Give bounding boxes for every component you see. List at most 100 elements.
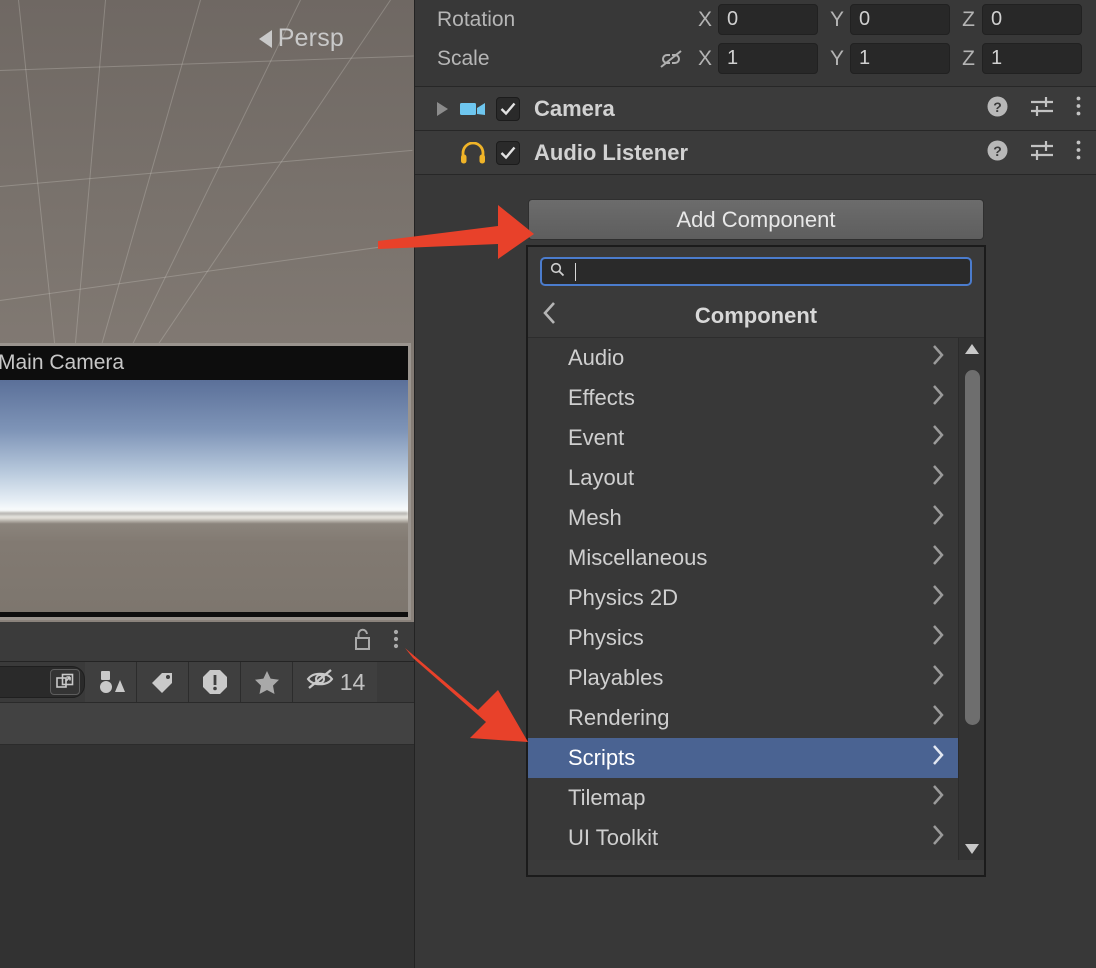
foldout-arrow-icon[interactable] bbox=[437, 102, 448, 116]
axis-x: X 1 bbox=[698, 43, 818, 74]
row-label: Rotation bbox=[415, 8, 575, 32]
component-category-effects[interactable]: Effects bbox=[528, 378, 984, 418]
dropdown-scrollbar[interactable] bbox=[958, 338, 984, 860]
scrollbar-thumb[interactable] bbox=[965, 370, 980, 725]
axis-x: X 0 bbox=[698, 4, 818, 35]
component-category-playables[interactable]: Playables bbox=[528, 658, 984, 698]
eye-off-icon bbox=[305, 667, 337, 697]
preset-settings-icon[interactable] bbox=[1029, 139, 1055, 166]
scene-toolbar: 14 bbox=[0, 662, 414, 703]
kebab-menu-icon[interactable] bbox=[1075, 95, 1082, 122]
open-external-icon[interactable] bbox=[50, 669, 80, 695]
component-category-rendering[interactable]: Rendering bbox=[528, 698, 984, 738]
component-category-physics[interactable]: Physics bbox=[528, 618, 984, 658]
component-category-miscellaneous[interactable]: Miscellaneous bbox=[528, 538, 984, 578]
svg-text:?: ? bbox=[993, 99, 1002, 115]
axis-z: Z 1 bbox=[962, 43, 1082, 74]
scrollbar-track[interactable] bbox=[959, 360, 984, 838]
component-category-ui-toolkit[interactable]: UI Toolkit bbox=[528, 818, 984, 858]
component-name: Camera bbox=[534, 96, 986, 122]
lock-open-icon[interactable] bbox=[352, 627, 374, 656]
perspective-label[interactable]: Persp bbox=[259, 24, 344, 53]
hidden-objects-count: 14 bbox=[340, 669, 366, 696]
warning-icon[interactable] bbox=[189, 662, 241, 702]
component-category-tilemap[interactable]: Tilemap bbox=[528, 778, 984, 818]
chevron-right-icon bbox=[930, 783, 946, 813]
component-category-audio[interactable]: Audio bbox=[528, 338, 984, 378]
help-icon[interactable]: ? bbox=[986, 95, 1009, 123]
component-row-audio-listener[interactable]: Audio Listener ? bbox=[415, 131, 1096, 175]
chevron-right-icon bbox=[930, 423, 946, 453]
category-label: Playables bbox=[568, 665, 663, 691]
chevron-right-icon bbox=[930, 343, 946, 373]
component-category-layout[interactable]: Layout bbox=[528, 458, 984, 498]
axis-letter: Z bbox=[962, 47, 975, 71]
rotation-x-field[interactable]: 0 bbox=[718, 4, 818, 35]
axis-y: Y 1 bbox=[830, 43, 950, 74]
kebab-menu-icon[interactable] bbox=[392, 627, 400, 656]
component-dropdown: Component Audio Effects Event Layout MeshMis… bbox=[526, 245, 986, 877]
scene-view[interactable]: Persp Main Camera bbox=[0, 0, 414, 622]
component-category-physics-2d[interactable]: Physics 2D bbox=[528, 578, 984, 618]
category-label: Layout bbox=[568, 465, 634, 491]
perspective-text: Persp bbox=[278, 24, 344, 53]
component-category-mesh[interactable]: Mesh bbox=[528, 498, 984, 538]
chevron-left-icon[interactable] bbox=[542, 300, 558, 331]
star-icon[interactable] bbox=[241, 662, 293, 702]
audio-listener-enabled-checkbox[interactable] bbox=[496, 141, 520, 165]
component-category-event[interactable]: Event bbox=[528, 418, 984, 458]
hierarchy-panel: 14 bbox=[0, 622, 414, 968]
chevron-right-icon bbox=[930, 623, 946, 653]
scale-y-field[interactable]: 1 bbox=[850, 43, 950, 74]
camera-preview: Main Camera bbox=[0, 343, 411, 620]
category-label: Rendering bbox=[568, 705, 670, 731]
chevron-right-icon bbox=[930, 703, 946, 733]
category-label: Audio bbox=[568, 345, 624, 371]
chevron-right-icon bbox=[930, 743, 946, 773]
breadcrumb bbox=[0, 703, 414, 745]
preset-settings-icon[interactable] bbox=[1029, 95, 1055, 122]
rotation-z-field[interactable]: 0 bbox=[982, 4, 1082, 35]
add-component-button[interactable]: Add Component bbox=[528, 199, 984, 240]
category-label: Event bbox=[568, 425, 624, 451]
hierarchy-list[interactable] bbox=[0, 745, 414, 968]
gizmos-icon[interactable] bbox=[85, 662, 137, 702]
chevron-right-icon bbox=[930, 663, 946, 693]
component-category-list[interactable]: Audio Effects Event Layout MeshMiscellaneous… bbox=[528, 338, 984, 860]
component-category-scripts[interactable]: Scripts bbox=[528, 738, 984, 778]
kebab-menu-icon[interactable] bbox=[1075, 139, 1082, 166]
component-row-camera[interactable]: Camera ? bbox=[415, 87, 1096, 131]
camera-preview-image bbox=[0, 380, 408, 612]
axis-letter: Z bbox=[962, 8, 975, 32]
chevron-right-icon bbox=[930, 463, 946, 493]
category-label: UI Toolkit bbox=[568, 825, 658, 851]
dropdown-title-bar: Component bbox=[528, 294, 984, 338]
camera-preview-title: Main Camera bbox=[0, 346, 408, 380]
text-caret bbox=[575, 263, 576, 281]
axis-letter: Y bbox=[830, 47, 843, 71]
help-icon[interactable]: ? bbox=[986, 139, 1009, 167]
scale-x-field[interactable]: 1 bbox=[718, 43, 818, 74]
triangle-down-icon[interactable] bbox=[959, 838, 984, 860]
rotation-y-field[interactable]: 0 bbox=[850, 4, 950, 35]
svg-text:?: ? bbox=[993, 143, 1002, 159]
axis-z: Z 0 bbox=[962, 4, 1082, 35]
camera-enabled-checkbox[interactable] bbox=[496, 97, 520, 121]
component-category-ui[interactable]: UI bbox=[528, 858, 984, 860]
tag-icon[interactable] bbox=[137, 662, 189, 702]
category-label: Physics 2D bbox=[568, 585, 678, 611]
headphones-icon bbox=[458, 142, 488, 164]
add-component-label: Add Component bbox=[677, 207, 836, 233]
search-input[interactable] bbox=[0, 666, 85, 698]
scale-z-field[interactable]: 1 bbox=[982, 43, 1082, 74]
dropdown-title: Component bbox=[528, 303, 984, 329]
chevron-left-icon bbox=[259, 30, 272, 48]
search-input[interactable] bbox=[540, 257, 972, 286]
link-broken-icon[interactable] bbox=[658, 48, 684, 70]
category-label: Effects bbox=[568, 385, 635, 411]
triangle-up-icon[interactable] bbox=[959, 338, 984, 360]
hidden-objects-toggle[interactable]: 14 bbox=[293, 662, 377, 702]
dropdown-search-wrapper bbox=[528, 247, 984, 294]
component-name: Audio Listener bbox=[534, 140, 986, 166]
grid-line bbox=[0, 150, 412, 187]
